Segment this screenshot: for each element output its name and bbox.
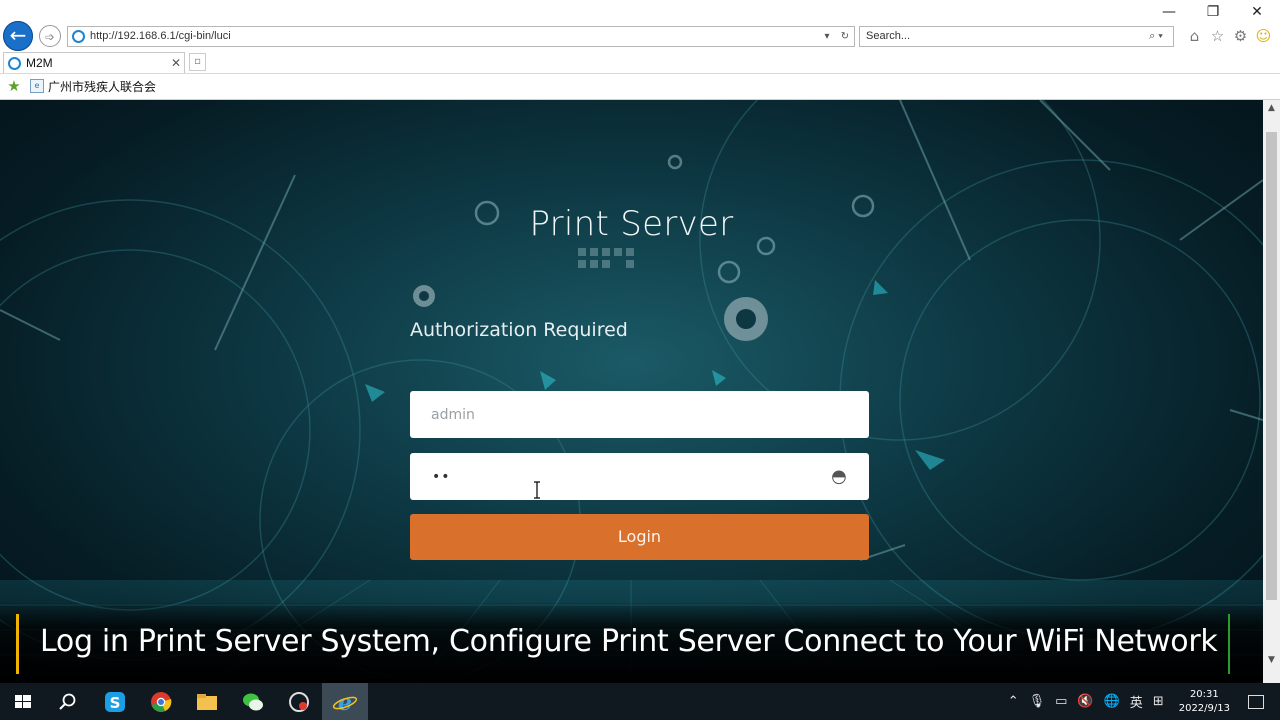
network-globe-icon[interactable]: 🌐 [1104,694,1120,709]
arrow-right-icon: ➩ [44,30,56,44]
search-icon[interactable]: ⌕ ▾ [1139,27,1173,46]
auth-required-heading: Authorization Required [410,319,628,341]
tab-title: M2M [26,56,53,70]
username-input[interactable]: admin [410,391,869,438]
tray-overflow-icon[interactable]: ⌃ [1008,694,1019,709]
caption-left-accent [16,614,19,674]
chrome-icon[interactable] [148,689,174,715]
restore-button[interactable]: ❐ [1204,4,1222,20]
svg-text:S: S [110,694,121,712]
add-favorite-star-icon[interactable]: ★ [4,77,24,95]
favorites-star-icon[interactable]: ☆ [1209,27,1226,45]
search-box[interactable]: Search... ⌕ ▾ [859,26,1174,47]
close-tab-icon[interactable]: ✕ [168,53,184,73]
input-language[interactable]: 英 [1130,692,1143,711]
refresh-icon[interactable]: ↻ [836,27,854,46]
ie-tab-icon [8,56,21,70]
new-tab-icon: ▫ [194,56,201,67]
minimize-button[interactable]: — [1160,4,1178,20]
tab-m2m[interactable]: M2M ✕ [3,52,185,73]
input-method-icon[interactable]: ⊞ [1153,694,1164,709]
arrow-left-icon: ← [9,23,27,47]
favorite-link[interactable]: 广州市残疾人联合会 [48,78,156,95]
clock-date: 2022/9/13 [1178,702,1230,714]
scroll-up-icon[interactable]: ▲ [1263,100,1280,117]
notification-center-icon[interactable] [1248,694,1264,709]
address-dropdown-icon[interactable]: ▾ [818,27,836,46]
svg-text:e: e [338,690,352,715]
wechat-icon[interactable] [240,689,266,715]
clock-time: 20:31 [1189,688,1219,700]
scroll-thumb[interactable] [1266,132,1277,600]
close-window-button[interactable]: ✕ [1248,4,1266,20]
system-tray: ⌃ 🎙 ▭ 🔇 🌐 英 ⊞ 20:31 2022/9/13 [1003,683,1280,720]
screen-recorder-icon[interactable] [286,689,312,715]
browser-chrome: — ❐ ✕ ← ➩ http://192.168.6.1/cgi-bin/luc… [0,0,1280,100]
login-button[interactable]: Login [410,514,869,560]
ie-page-icon [72,30,85,43]
back-button[interactable]: ← [3,21,33,51]
show-password-eye-icon[interactable]: ◓ [809,466,869,487]
clock[interactable]: 20:31 2022/9/13 [1179,688,1230,716]
smiley-feedback-icon[interactable]: ☺ [1255,27,1272,45]
favorite-page-icon: e [30,79,44,93]
tab-divider [0,73,1280,74]
window-controls: — ❐ ✕ [1160,4,1266,20]
file-explorer-icon[interactable] [194,689,220,715]
gear-icon[interactable]: ⚙ [1232,27,1249,45]
battery-icon[interactable]: ▭ [1055,694,1067,709]
taskbar: S e ⌃ 🎙 ▭ 🔇 🌐 英 ⊞ 20:31 2022/9/13 [0,683,1280,720]
new-tab-button[interactable]: ▫ [189,53,206,71]
vertical-scrollbar[interactable]: ▲ ▼ [1263,100,1280,683]
windows-start-icon[interactable] [10,689,36,715]
address-bar[interactable]: http://192.168.6.1/cgi-bin/luci ▾ ↻ [67,26,855,47]
address-url[interactable]: http://192.168.6.1/cgi-bin/luci [90,27,818,46]
skype-icon[interactable]: S [102,689,128,715]
search-input[interactable]: Search... [866,27,1139,46]
video-caption: Log in Print Server System, Configure Pr… [40,624,1218,659]
search-taskbar-icon[interactable] [55,689,81,715]
microphone-icon[interactable]: 🎙 [1029,694,1046,709]
password-input[interactable]: •• ◓ [410,453,869,500]
text-cursor-icon [534,481,540,499]
internet-explorer-icon[interactable]: e [332,689,358,715]
volume-muted-icon[interactable]: 🔇 [1077,694,1093,709]
page-title: Print Server [529,204,734,244]
home-icon[interactable]: ⌂ [1186,27,1203,45]
scroll-down-icon[interactable]: ▼ [1263,652,1280,669]
login-page: Print Server Authorization Required admi… [0,100,1263,683]
favorites-bar: ★ e 广州市残疾人联合会 [0,75,156,97]
caption-right-accent [1228,614,1230,674]
username-placeholder: admin [431,406,475,423]
forward-button[interactable]: ➩ [39,25,61,47]
password-value: •• [432,468,451,485]
toolbar-icons: ⌂ ☆ ⚙ ☺ [1186,27,1272,45]
